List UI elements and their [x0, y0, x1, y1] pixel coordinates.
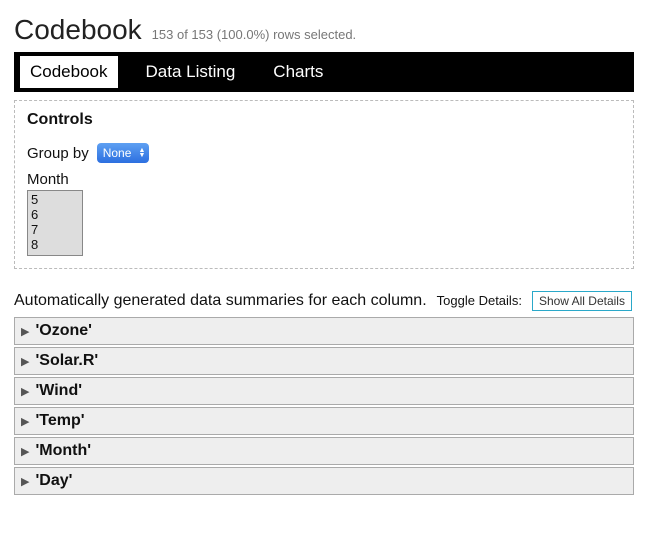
controls-title: Controls	[27, 111, 621, 129]
month-option[interactable]: 5	[31, 192, 79, 207]
groupby-label: Group by	[27, 145, 89, 162]
variable-row-temp[interactable]: ▶ 'Temp'	[14, 407, 634, 435]
variable-row-ozone[interactable]: ▶ 'Ozone'	[14, 317, 634, 345]
summary-text: Automatically generated data summaries f…	[14, 292, 427, 310]
month-option[interactable]: 7	[31, 222, 79, 237]
tab-codebook[interactable]: Codebook	[20, 56, 118, 88]
variable-name: 'Wind'	[35, 382, 82, 400]
tabbar: Codebook Data Listing Charts	[14, 52, 634, 92]
variable-row-solar-r[interactable]: ▶ 'Solar.R'	[14, 347, 634, 375]
groupby-select[interactable]: None ▲▼	[97, 143, 150, 163]
variable-row-day[interactable]: ▶ 'Day'	[14, 467, 634, 495]
tab-charts[interactable]: Charts	[263, 56, 333, 88]
month-listbox[interactable]: 5 6 7 8	[27, 190, 83, 256]
header: Codebook 153 of 153 (100.0%) rows select…	[14, 14, 634, 46]
toggle-details-label: Toggle Details:	[437, 293, 522, 308]
controls-panel: Controls Group by None ▲▼ Month 5 6 7 8	[14, 100, 634, 269]
variable-name: 'Ozone'	[35, 322, 92, 340]
triangle-right-icon: ▶	[21, 475, 29, 488]
variable-name: 'Temp'	[35, 412, 84, 430]
variable-name: 'Solar.R'	[35, 352, 98, 370]
variable-row-month[interactable]: ▶ 'Month'	[14, 437, 634, 465]
show-all-details-button[interactable]: Show All Details	[532, 291, 632, 311]
variable-row-wind[interactable]: ▶ 'Wind'	[14, 377, 634, 405]
groupby-row: Group by None ▲▼	[27, 143, 621, 163]
chevron-updown-icon: ▲▼	[138, 148, 145, 158]
triangle-right-icon: ▶	[21, 385, 29, 398]
month-option[interactable]: 8	[31, 237, 79, 252]
month-label: Month	[27, 171, 621, 188]
groupby-value: None	[103, 146, 132, 160]
triangle-right-icon: ▶	[21, 415, 29, 428]
tab-data-listing[interactable]: Data Listing	[136, 56, 246, 88]
summary-row: Automatically generated data summaries f…	[14, 291, 634, 311]
triangle-right-icon: ▶	[21, 325, 29, 338]
page-title: Codebook	[14, 14, 142, 46]
variable-name: 'Month'	[35, 442, 91, 460]
month-option[interactable]: 6	[31, 207, 79, 222]
rows-selected-status: 153 of 153 (100.0%) rows selected.	[152, 27, 357, 42]
variable-list: ▶ 'Ozone' ▶ 'Solar.R' ▶ 'Wind' ▶ 'Temp' …	[14, 317, 634, 495]
variable-name: 'Day'	[35, 472, 72, 490]
triangle-right-icon: ▶	[21, 445, 29, 458]
triangle-right-icon: ▶	[21, 355, 29, 368]
